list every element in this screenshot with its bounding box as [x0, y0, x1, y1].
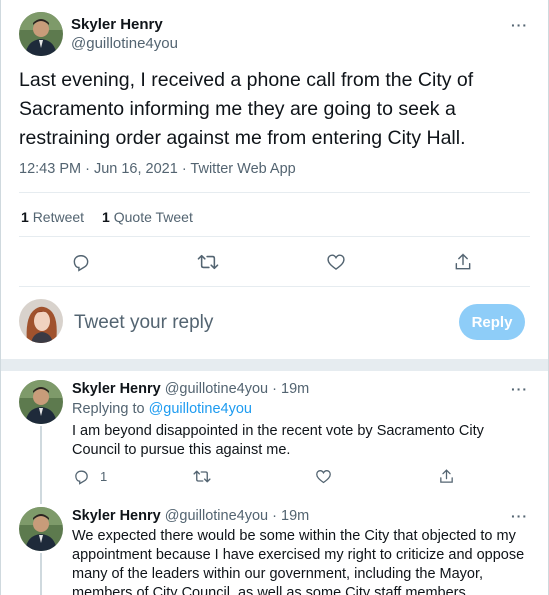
reply-text: I am beyond disappointed in the recent v… [72, 423, 484, 458]
quote-count: 1 [102, 209, 110, 225]
reply-icon [75, 470, 88, 485]
reply-submit-button[interactable]: Reply [459, 304, 525, 340]
author-name[interactable]: Skyler Henry [72, 508, 161, 524]
reply-icon [73, 255, 89, 272]
reply-actions: 1 [1, 466, 548, 486]
like-icon [327, 254, 345, 270]
avatar[interactable] [19, 380, 63, 424]
reply-count: 1 [100, 468, 108, 484]
replying-prefix: Replying to [72, 401, 145, 417]
retweet-stat[interactable]: 1 Retweet [21, 209, 84, 225]
reply-button[interactable]: 1 [73, 466, 107, 486]
quote-label: Quote Tweet [113, 209, 193, 225]
reply-input[interactable]: Tweet your reply [74, 312, 213, 334]
reply-header: Skyler Henry @guillotine4you · 19m [72, 381, 309, 397]
avatar-photo [19, 507, 63, 551]
author-name[interactable]: Skyler Henry [71, 16, 163, 33]
share-icon [440, 468, 453, 483]
tweet-actions [1, 249, 548, 275]
more-icon[interactable]: ··· [511, 18, 528, 32]
divider [19, 236, 530, 237]
tweet-timestamp[interactable]: 12:43 PM · Jun 16, 2021 · Twitter Web Ap… [19, 161, 296, 177]
like-button[interactable] [315, 466, 332, 486]
thread-line [40, 553, 42, 595]
share-button[interactable] [450, 249, 476, 275]
share-icon [455, 253, 471, 270]
section-separator [1, 359, 548, 371]
author-name[interactable]: Skyler Henry [72, 381, 161, 397]
tweet-text: Last evening, I received a phone call fr… [19, 69, 474, 149]
like-button[interactable] [323, 249, 349, 275]
retweet-icon [197, 254, 219, 270]
more-icon[interactable]: ··· [511, 509, 528, 523]
retweet-icon [193, 470, 211, 482]
retweet-label: Retweet [32, 209, 85, 225]
tweet-stats: 1 Retweet 1 Quote Tweet [21, 209, 193, 225]
divider [19, 192, 530, 193]
author-handle[interactable]: @guillotine4you [165, 508, 268, 524]
separator-dot: · [272, 381, 277, 397]
avatar-photo [19, 12, 63, 56]
reply-button[interactable] [68, 249, 94, 275]
quote-stat[interactable]: 1 Quote Tweet [102, 209, 193, 225]
reply-composer: Tweet your reply Reply [1, 296, 548, 350]
share-button[interactable] [438, 466, 455, 486]
divider [19, 286, 530, 287]
like-icon [316, 469, 331, 483]
retweet-button[interactable] [193, 466, 211, 486]
author-handle[interactable]: @guillotine4you [71, 35, 178, 52]
separator-dot: · [272, 508, 277, 524]
author-handle[interactable]: @guillotine4you [165, 381, 268, 397]
avatar-photo [19, 380, 63, 424]
avatar[interactable] [19, 507, 63, 551]
avatar [19, 299, 63, 343]
retweet-button[interactable] [195, 249, 221, 275]
tweet-thread: Skyler Henry @guillotine4you ··· Last ev… [0, 0, 549, 595]
avatar-photo [19, 299, 63, 343]
reply-time[interactable]: 19m [281, 508, 309, 524]
replying-to: Replying to @guillotine4you [72, 401, 252, 417]
reply-text: We expected there would be some within t… [72, 528, 525, 595]
replying-to-link[interactable]: @guillotine4you [149, 401, 252, 417]
avatar[interactable] [19, 12, 63, 56]
more-icon[interactable]: ··· [511, 382, 528, 396]
retweet-count: 1 [21, 209, 29, 225]
thread-line [40, 426, 42, 504]
reply-header: Skyler Henry @guillotine4you · 19m [72, 508, 309, 524]
reply-time[interactable]: 19m [281, 381, 309, 397]
